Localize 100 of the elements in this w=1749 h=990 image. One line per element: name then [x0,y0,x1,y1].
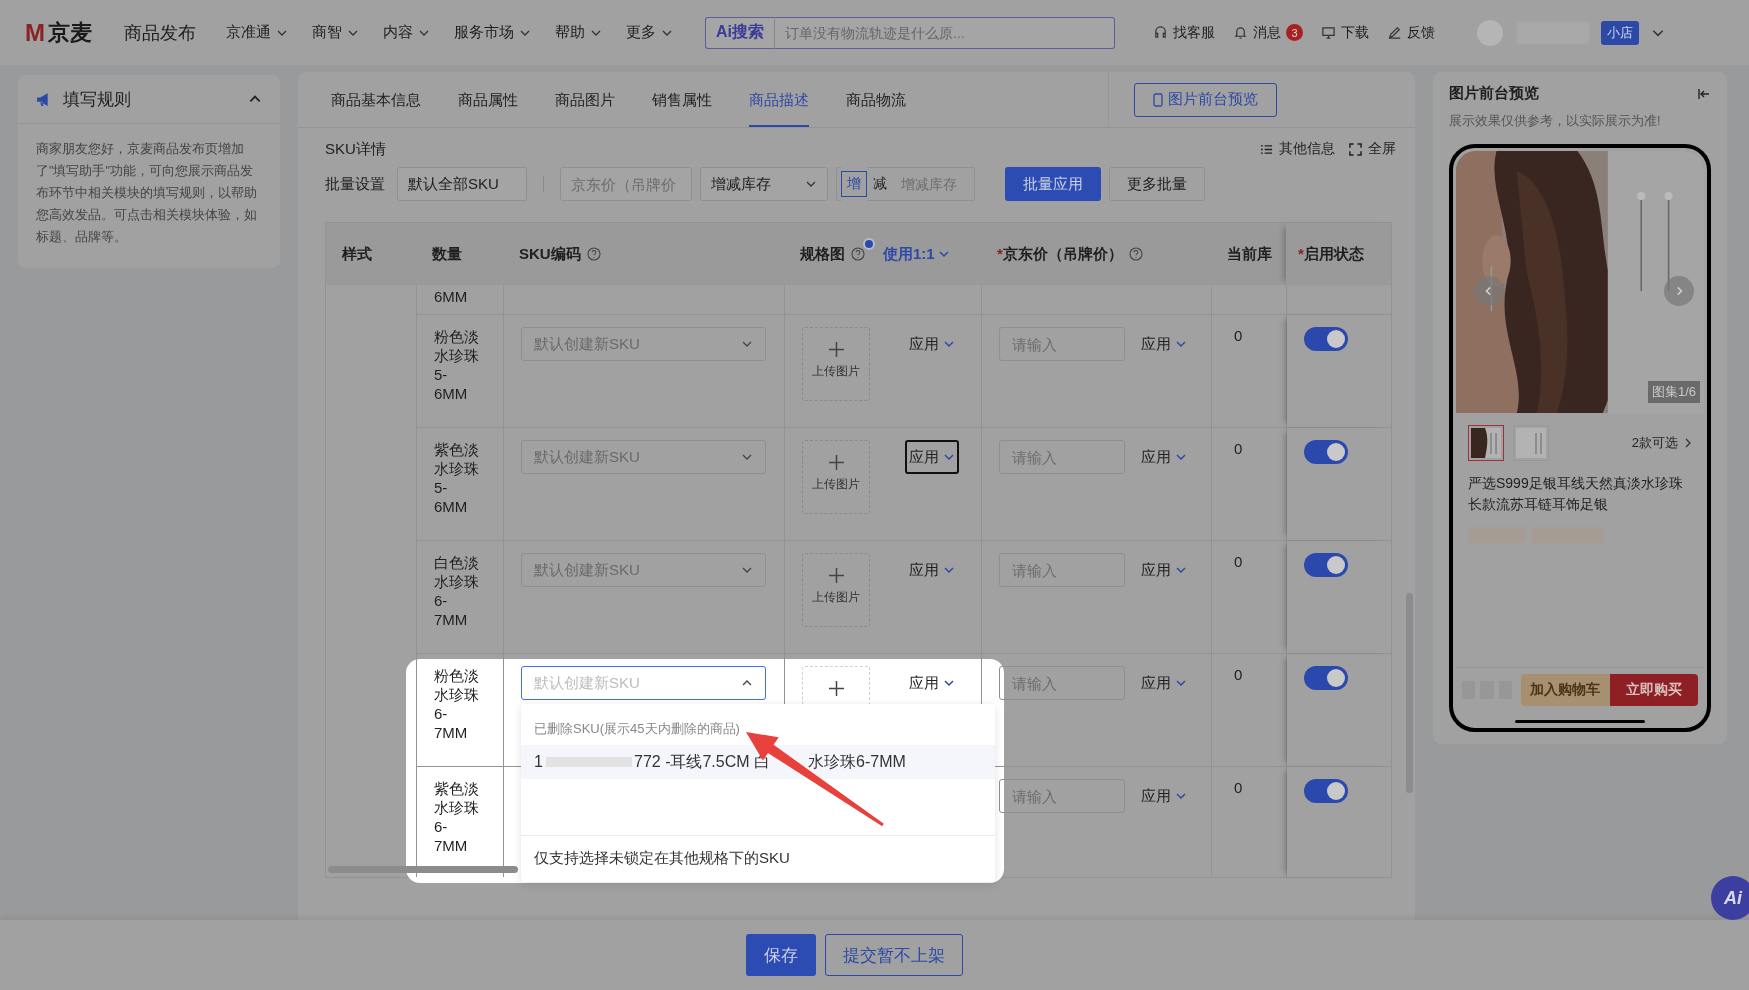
stock-value: 0 [1233,666,1243,683]
stock-mode-select[interactable]: 增减库存 [700,167,828,201]
enable-toggle[interactable] [1304,327,1348,351]
apply-dropdown[interactable]: 应用 [905,440,959,474]
scrollbar[interactable] [328,866,518,873]
add-to-cart-button[interactable]: 加入购物车 [1521,674,1610,706]
dropdown-option[interactable]: 1 772 -耳线7.5CM 白 水珍珠6-7MM [521,745,995,779]
ai-assistant-button[interactable]: Ai [1711,876,1749,920]
tab[interactable]: 商品图片 [555,72,615,127]
search-field[interactable]: 订单没有物流轨迹是什么原... [775,16,1115,49]
chevron-down-icon [943,564,955,576]
nav-menu[interactable]: 商智 [312,23,359,42]
chevron-down-icon [1175,451,1187,463]
section-title: SKU详情 [325,139,386,159]
nav-menu[interactable]: 京准通 [226,23,288,42]
apply-dropdown[interactable]: 应用 [1137,666,1191,700]
plus-icon [828,342,844,357]
header-link[interactable]: 找客服 [1153,23,1215,42]
thumbnail[interactable] [1513,425,1549,461]
column-header: SKU编码 [519,244,581,264]
nav-menu[interactable]: 更多 [626,23,673,42]
stock-value: 0 [1233,553,1243,570]
apply-dropdown[interactable]: 应用 [1137,779,1191,813]
upload-box[interactable]: 上传图片 [802,327,870,401]
more-batch-button[interactable]: 更多批量 [1109,167,1205,201]
chevron-down-icon [1175,338,1187,350]
logo-mark: M [25,18,45,47]
list-icon [1260,142,1273,156]
stock-value: 0 [1233,327,1243,344]
tool-link[interactable]: 其他信息 [1260,140,1335,158]
apply-dropdown[interactable]: 应用 [1137,440,1191,474]
header-link[interactable]: 消息 3 [1233,23,1303,42]
message-count: 3 [1286,24,1303,41]
chevron-down-icon [937,248,950,260]
logo-text: 京麦 [48,18,92,47]
monitor-icon [1321,25,1336,40]
image-counter: 图集1/6 [1647,381,1700,403]
chevron-down-icon [1175,677,1187,689]
chevron-down-icon [943,338,955,350]
tab[interactable]: 商品物流 [846,72,906,127]
panel-title: 填写规则 [63,88,132,111]
quantity-text: 粉色淡水珍珠5-6MM [434,327,479,403]
rules-text: 商家朋友您好，京麦商品发布页增加了"填写助手"功能，可向您展示商品发布环节中相关模块的填写规则，以帮助您高效发品。可点击相关模块体验，如标题、品牌等。 [35,141,258,246]
stock-value: 0 [1233,440,1243,457]
apply-dropdown[interactable]: 应用 [905,327,959,361]
chevron-down-icon [1175,790,1187,802]
column-header: 规格图 [800,244,845,264]
page-title: 商品发布 [124,21,196,45]
apply-dropdown[interactable]: 应用 [905,666,959,700]
enable-toggle[interactable] [1304,553,1348,577]
panel-title: 图片前台预览 [1449,84,1539,103]
enable-toggle[interactable] [1304,779,1348,803]
tab[interactable]: 商品基本信息 [331,72,421,127]
scope-select[interactable]: 默认全部SKU [397,167,527,201]
nav-menu[interactable]: 服务市场 [454,23,531,42]
dropdown-hint: 仅支持选择未锁定在其他规格下的SKU [533,848,791,868]
collapse-icon[interactable] [1697,86,1711,101]
plus-icon [828,455,844,470]
field-label: 批量设置 [325,174,385,194]
stock-op-toggle[interactable]: 增 [841,171,867,197]
column-header: 样式 [342,244,372,264]
quantity-text: 白色淡水珍珠6-7MM [434,553,479,629]
nav-menu[interactable]: 帮助 [555,23,602,42]
nav-menu[interactable]: 内容 [383,23,430,42]
plus-icon [828,568,844,583]
thumbnail[interactable] [1468,425,1504,461]
apply-dropdown[interactable]: 应用 [1137,553,1191,587]
quantity-text: 6MM [434,287,469,306]
upload-box[interactable]: 上传图片 [802,440,870,514]
tab[interactable]: 商品描述 [749,72,809,127]
upload-box[interactable]: 上传图片 [802,553,870,627]
apply-dropdown[interactable]: 应用 [1137,327,1191,361]
help-icon[interactable] [586,247,601,261]
column-header: *京东价（吊牌价） [997,244,1123,264]
enable-toggle[interactable] [1304,666,1348,690]
buy-now-button[interactable]: 立即购买 [1609,674,1698,706]
quantity-text: 紫色淡水珍珠6-7MM [434,779,479,855]
variants-link[interactable]: 2款可选 [1631,434,1694,452]
preview-note: 展示效果仅供参考，以实际展示为准! [1449,113,1662,130]
ai-search-label[interactable]: Ai搜索 [705,16,775,49]
save-button[interactable]: 保存 [746,934,816,976]
column-header: 当前库 [1227,244,1272,264]
help-icon[interactable] [851,247,865,261]
enable-toggle[interactable] [1304,440,1348,464]
apply-dropdown[interactable]: 应用 [905,553,959,587]
headset-icon [1153,25,1168,40]
bell-icon [1233,25,1248,40]
stock-value: 0 [1233,779,1243,796]
tool-link[interactable]: 全屏 [1349,140,1396,158]
header-link[interactable]: 反馈 [1387,23,1435,42]
product-title: 严选S999足银耳线天然真淡水珍珠长款流苏耳链耳饰足银 [1467,474,1684,514]
dropdown-group-label: 已删除SKU(展示45天内删除的商品) [533,720,741,738]
pen-icon [1387,25,1402,40]
stock-op-toggle[interactable]: 减 [867,167,893,201]
tab[interactable]: 销售属性 [652,72,712,127]
tab[interactable]: 商品属性 [458,72,518,127]
header-link[interactable]: 下载 [1321,23,1369,42]
batch-apply-button[interactable]: 批量应用 [1005,167,1101,201]
help-icon[interactable] [1128,247,1143,261]
fullscreen-icon [1349,142,1362,156]
